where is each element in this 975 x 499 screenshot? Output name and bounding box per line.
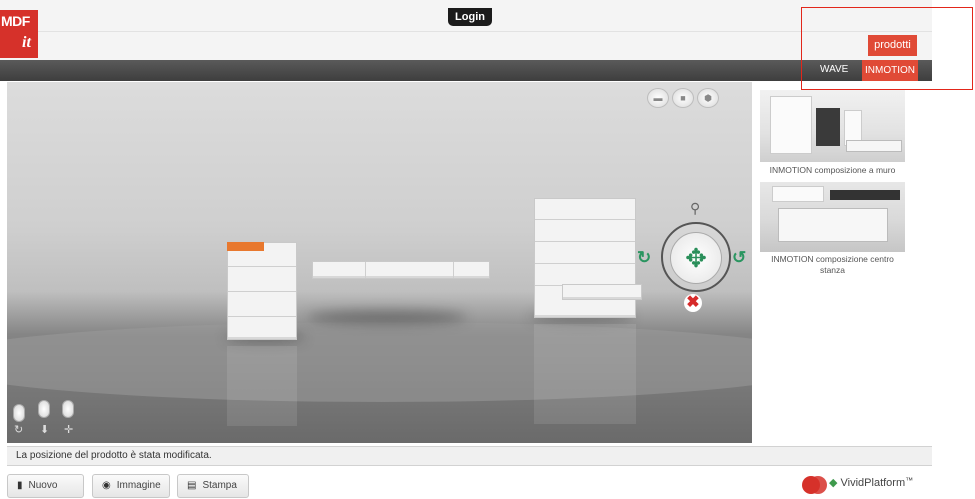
- mouse-rotate-icon: [13, 404, 25, 422]
- extended-shelf[interactable]: [562, 284, 642, 300]
- cabinet-reflection: [227, 346, 297, 426]
- status-message: La posizione del prodotto è stata modifi…: [16, 450, 212, 461]
- product-thumbnail-2[interactable]: [760, 182, 905, 252]
- shelving-unit[interactable]: [534, 198, 636, 318]
- product-caption-2[interactable]: INMOTION composizione centro stanza: [760, 254, 905, 276]
- printer-icon: ▤: [187, 480, 197, 491]
- shelf-reflection: [534, 324, 636, 424]
- shelf-line: [535, 241, 635, 242]
- delete-icon[interactable]: ✖: [684, 294, 702, 312]
- immagine-label: Immagine: [116, 480, 161, 491]
- floating-unit-shadow: [307, 310, 467, 324]
- view-3d-icon[interactable]: ⬢: [697, 88, 719, 108]
- nuovo-button[interactable]: ▮ Nuovo: [7, 474, 84, 498]
- thumb-shelf: [772, 186, 824, 202]
- thumb-low-unit: [846, 140, 902, 152]
- cabinet-divider: [228, 316, 296, 317]
- stampa-label: Stampa: [202, 480, 237, 491]
- floating-wall-unit[interactable]: [312, 261, 490, 279]
- mdf-logo[interactable]: MDF it: [0, 10, 38, 58]
- status-bar: La posizione del prodotto è stata modifi…: [7, 446, 932, 466]
- thumb-dark-panel: [816, 108, 840, 146]
- logo-italic-text: it: [22, 34, 31, 51]
- thumb-center-unit: [778, 208, 888, 242]
- thumb-wall-unit: [770, 96, 812, 154]
- floor-horizon: [7, 322, 752, 402]
- brand-name: VividPlatform: [840, 477, 906, 489]
- selected-top-highlight: [227, 242, 264, 251]
- rotate-left-icon[interactable]: ↻: [637, 248, 651, 268]
- 3d-viewport[interactable]: ▬ ■ ⬢ ⚲ ↻ ↺ ✥ ✖ ↻ ⬇ ✛: [7, 82, 752, 443]
- product-thumbnail-1[interactable]: [760, 90, 905, 162]
- cabinet-divider: [228, 266, 296, 267]
- mouse-pan-icon: [62, 400, 74, 418]
- view-front-icon[interactable]: ▬: [647, 88, 669, 108]
- product-caption-1[interactable]: INMOTION composizione a muro: [760, 165, 905, 176]
- partner-logo-icon: [802, 476, 827, 494]
- new-file-icon: ▮: [17, 480, 23, 491]
- immagine-button[interactable]: ◉ Immagine: [92, 474, 170, 498]
- cabinet-unit[interactable]: [227, 242, 297, 340]
- nuovo-label: Nuovo: [28, 480, 58, 491]
- camera-icon: ◉: [102, 480, 111, 491]
- vividplatform-brand[interactable]: ◆ VividPlatform™: [829, 476, 913, 489]
- brand-tm: ™: [905, 476, 914, 485]
- logo-text: MDF: [1, 13, 30, 29]
- rotate-hint-icon: ↻: [14, 424, 24, 436]
- login-button[interactable]: Login: [448, 8, 492, 26]
- zoom-icon[interactable]: ⚲: [690, 200, 704, 216]
- vivid-diamond-icon: ◆: [829, 477, 838, 489]
- thumb-dark-panel: [830, 190, 900, 200]
- view-top-icon[interactable]: ■: [672, 88, 694, 108]
- shelf-line: [535, 263, 635, 264]
- shelf-line: [535, 219, 635, 220]
- highlight-box: [801, 7, 973, 90]
- cabinet-divider: [228, 291, 296, 292]
- header-divider: [0, 31, 932, 32]
- move-icon[interactable]: ✥: [670, 232, 722, 284]
- rotate-right-icon[interactable]: ↺: [732, 248, 746, 268]
- unit-divider: [365, 262, 366, 278]
- mouse-zoom-icon: [38, 400, 50, 418]
- stampa-button[interactable]: ▤ Stampa: [177, 474, 249, 498]
- unit-divider: [453, 262, 454, 278]
- category-bar: [0, 60, 932, 81]
- pan-hint-icon: ✛: [64, 424, 74, 436]
- zoom-hint-icon: ⬇: [40, 424, 50, 436]
